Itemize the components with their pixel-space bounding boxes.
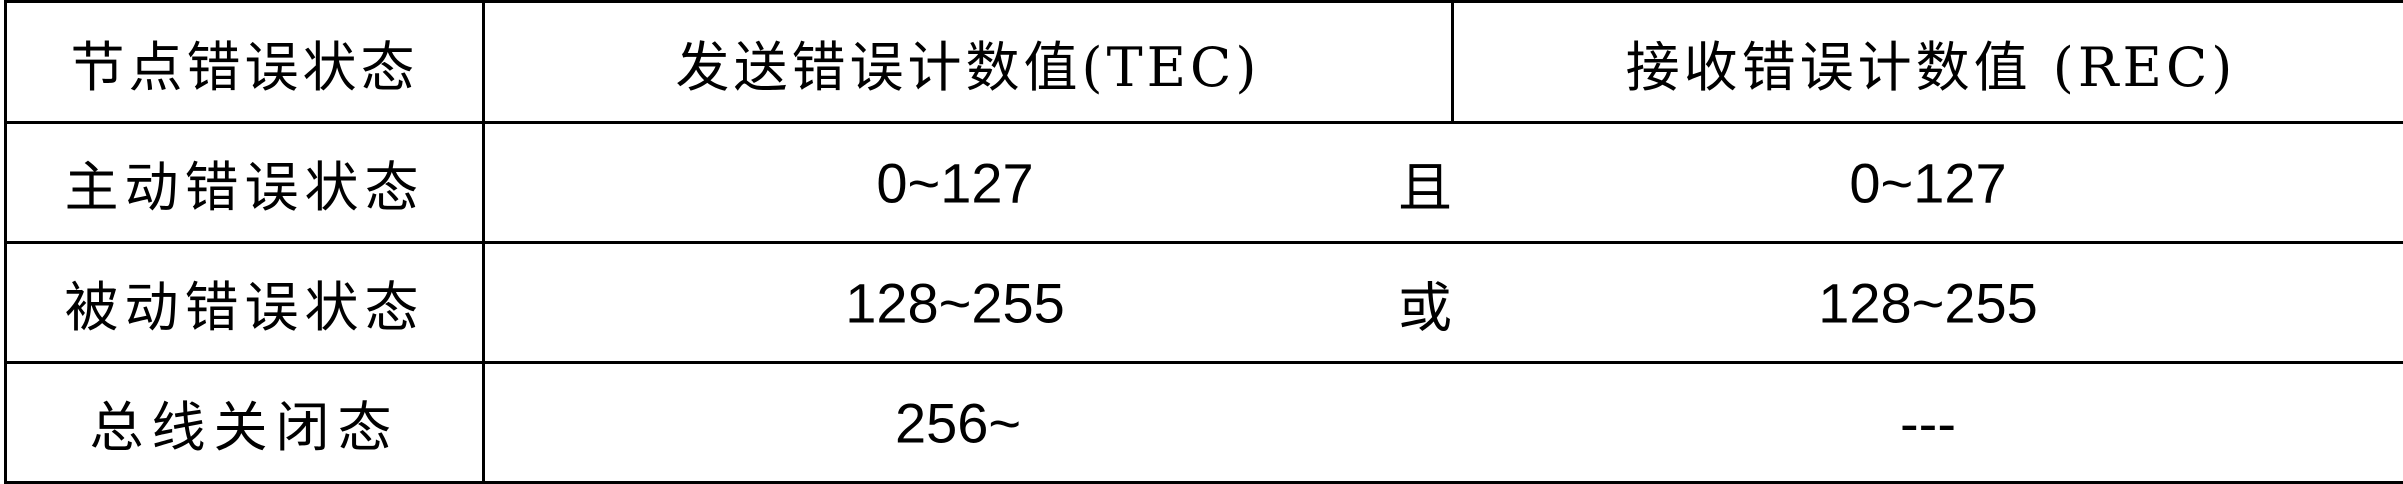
table-row: 总线关闭态 256~ ---	[6, 363, 2403, 483]
row-state-label: 总线关闭态	[90, 396, 400, 459]
rec-value: ---	[1451, 390, 2403, 455]
row-state-label: 主动错误状态	[65, 156, 425, 219]
row-state-cell: 总线关闭态	[6, 363, 484, 483]
table-row: 被动错误状态 128~255 或 128~255	[6, 243, 2403, 363]
conjunction-label: 且	[1395, 143, 1455, 222]
header-tec-label: 发送错误计数值(TEC)	[676, 36, 1261, 99]
tec-value: 128~255	[485, 270, 1425, 335]
rec-value: 128~255	[1451, 270, 2403, 335]
conjunction-label: 或	[1395, 263, 1455, 342]
row-values-cell: 0~127 且 0~127	[484, 123, 2403, 243]
header-cell-rec: 接收错误计数值 (REC)	[1453, 2, 2403, 123]
header-rec-label: 接收错误计数值 (REC)	[1626, 36, 2237, 99]
rec-value: 0~127	[1451, 150, 2403, 215]
row-state-cell: 主动错误状态	[6, 123, 484, 243]
row-state-label: 被动错误状态	[65, 276, 425, 339]
row-state-cell: 被动错误状态	[6, 243, 484, 363]
row-values-cell: 256~ ---	[484, 363, 2403, 483]
row-values-cell: 128~255 或 128~255	[484, 243, 2403, 363]
header-cell-tec: 发送错误计数值(TEC)	[484, 2, 1453, 123]
table-row: 主动错误状态 0~127 且 0~127	[6, 123, 2403, 243]
header-state-label: 节点错误状态	[71, 36, 419, 99]
tec-value: 256~	[895, 390, 1021, 455]
error-state-table: 节点错误状态 发送错误计数值(TEC) 接收错误计数值 (REC) 主动错误状态…	[4, 0, 2403, 484]
table-header-row: 节点错误状态 发送错误计数值(TEC) 接收错误计数值 (REC)	[6, 2, 2403, 123]
tec-value: 0~127	[485, 150, 1425, 215]
header-cell-state: 节点错误状态	[6, 2, 484, 123]
